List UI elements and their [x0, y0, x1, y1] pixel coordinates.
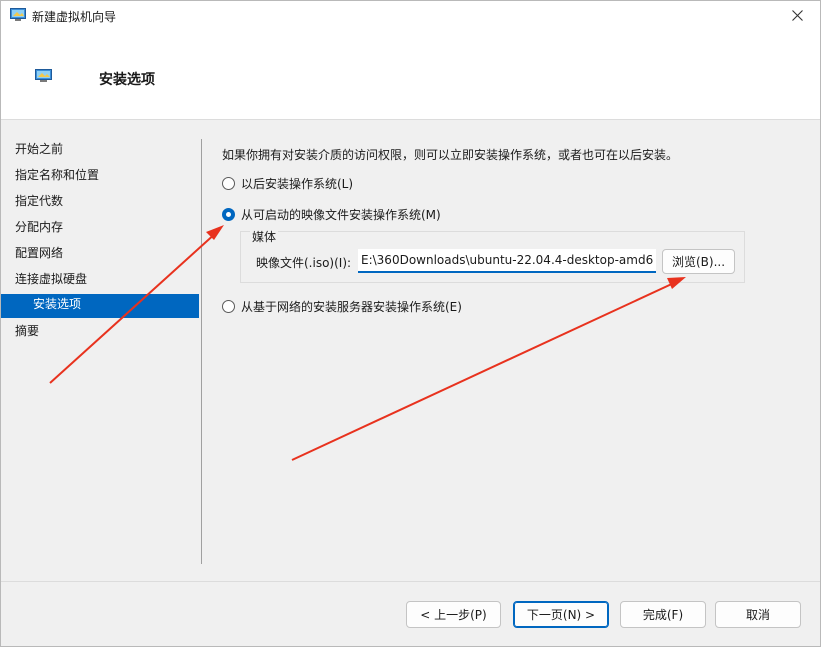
wizard-header: 安装选项: [1, 32, 820, 120]
radio-button-checked[interactable]: [222, 208, 235, 221]
media-groupbox: 媒体 映像文件(.iso)(I): 浏览(B)...: [240, 228, 745, 283]
iso-file-label: 映像文件(.iso)(I):: [256, 256, 352, 270]
description-text: 如果你拥有对安装介质的访问权限，则可以立即安装操作系统，或者也可在以后安装。: [222, 148, 679, 162]
install-options-panel: 如果你拥有对安装介质的访问权限，则可以立即安装操作系统，或者也可在以后安装。 以…: [202, 121, 820, 581]
wizard-window: 新建虚拟机向导 安装选项 开始之前 指定名称和位置 指定代数 分配内存 配置网络…: [0, 0, 821, 647]
sidebar-item-name-location[interactable]: 指定名称和位置: [1, 165, 199, 189]
radio-install-from-image[interactable]: 从可启动的映像文件安装操作系统(M): [222, 206, 441, 223]
radio-install-from-network[interactable]: 从基于网络的安装服务器安装操作系统(E): [222, 298, 462, 315]
hyperv-vm-icon: [35, 69, 52, 83]
radio-label: 以后安装操作系统(L): [241, 177, 354, 191]
next-button[interactable]: 下一页(N) >: [513, 601, 609, 628]
cancel-button[interactable]: 取消: [715, 601, 801, 628]
browse-button[interactable]: 浏览(B)...: [662, 249, 735, 274]
sidebar-item-summary[interactable]: 摘要: [1, 321, 199, 345]
previous-button[interactable]: < 上一步(P): [406, 601, 501, 628]
radio-label: 从基于网络的安装服务器安装操作系统(E): [241, 300, 462, 314]
sidebar-item-virtual-disk[interactable]: 连接虚拟硬盘: [1, 269, 199, 293]
sidebar-item-network[interactable]: 配置网络: [1, 243, 199, 267]
close-button[interactable]: [774, 1, 820, 32]
sidebar-item-memory[interactable]: 分配内存: [1, 217, 199, 241]
finish-button[interactable]: 完成(F): [620, 601, 706, 628]
title-bar: 新建虚拟机向导: [1, 1, 820, 32]
window-title: 新建虚拟机向导: [32, 10, 117, 24]
sidebar-item-generation[interactable]: 指定代数: [1, 191, 199, 215]
page-title: 安装选项: [99, 72, 155, 88]
radio-label: 从可启动的映像文件安装操作系统(M): [241, 208, 441, 222]
radio-install-later[interactable]: 以后安装操作系统(L): [222, 175, 353, 192]
close-icon: [791, 9, 803, 24]
radio-button[interactable]: [222, 177, 235, 190]
radio-button[interactable]: [222, 300, 235, 313]
sidebar-item-before-you-begin[interactable]: 开始之前: [1, 139, 199, 163]
media-legend: 媒体: [250, 228, 279, 245]
wizard-footer: < 上一步(P) 下一页(N) > 完成(F) 取消: [1, 581, 820, 646]
iso-path-input[interactable]: [358, 249, 656, 273]
sidebar-item-install-options[interactable]: 安装选项: [1, 294, 199, 318]
hyperv-vm-icon: [10, 8, 26, 22]
